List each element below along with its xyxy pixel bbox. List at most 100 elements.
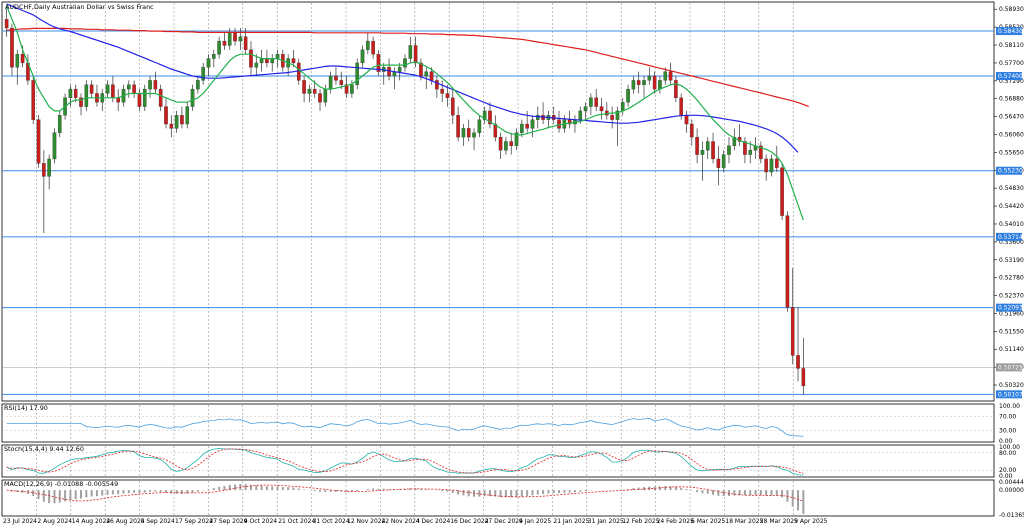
candle-body xyxy=(679,97,683,116)
candle-body xyxy=(466,128,471,138)
candle-body xyxy=(52,132,57,160)
candle-body xyxy=(20,54,25,64)
candle-body xyxy=(743,141,747,155)
candle-body xyxy=(132,84,136,94)
level-tag-label: 0.58430 xyxy=(998,28,1023,35)
macd-level-label: 0.004445 xyxy=(999,479,1024,486)
price-label: 0.56470 xyxy=(999,114,1024,121)
candle-body xyxy=(217,40,221,55)
candle-body xyxy=(350,84,354,94)
candle-body xyxy=(328,75,333,90)
candle-body xyxy=(769,158,774,173)
candle-body xyxy=(302,80,306,94)
candle-body xyxy=(169,123,174,129)
candle-body xyxy=(620,102,625,112)
candle-body xyxy=(158,88,163,107)
date-label: 4 Dec 2024 xyxy=(416,518,451,525)
rsi-pane: 100.0070.0030.000.00 xyxy=(2,403,1020,445)
candle-body xyxy=(211,54,216,59)
date-label: 18 Mar 2025 xyxy=(725,518,763,525)
candle-body xyxy=(748,150,753,155)
macd-label: MACD(12,26,9) -0.01088 -0.005549 xyxy=(4,480,118,488)
candle-body xyxy=(440,88,444,94)
candle-body xyxy=(360,49,365,64)
candle-body xyxy=(142,88,147,107)
candle-body xyxy=(690,123,694,138)
candle-body xyxy=(10,27,14,68)
candle-body xyxy=(403,58,407,68)
candle-body xyxy=(796,355,800,369)
date-label: 2 Aug 2024 xyxy=(37,518,72,525)
price-label: 0.51140 xyxy=(999,346,1024,353)
candle-body xyxy=(291,58,296,64)
candle-body xyxy=(233,32,237,42)
candle-body xyxy=(658,80,662,90)
candle-body xyxy=(73,88,78,98)
candle-body xyxy=(42,163,46,177)
date-label: 9 Jan 2025 xyxy=(519,518,551,525)
price-label: 0.56880 xyxy=(999,96,1024,103)
price-label: 0.54010 xyxy=(999,221,1024,228)
candle-body xyxy=(716,158,721,168)
candle-body xyxy=(509,141,514,147)
candle-body xyxy=(695,136,699,155)
candle-body xyxy=(196,80,200,90)
candle-body xyxy=(323,88,328,103)
level-tag-label: 0.52093 xyxy=(998,305,1023,312)
date-label: 28 Mar 2025 xyxy=(760,518,798,525)
candle-body xyxy=(790,307,795,356)
candle-body xyxy=(647,75,652,81)
date-label: 16 Dec 2024 xyxy=(450,518,489,525)
candle-body xyxy=(307,88,312,94)
price-label: 0.57700 xyxy=(999,60,1024,67)
candle-body xyxy=(312,88,317,94)
candle-body xyxy=(589,97,593,107)
candle-body xyxy=(631,80,636,90)
date-label: 21 Jan 2025 xyxy=(553,518,589,525)
candle-body xyxy=(408,45,413,59)
date-label: 26 Aug 2024 xyxy=(106,518,145,525)
candle-body xyxy=(137,93,142,107)
candle-body xyxy=(4,19,9,29)
candle-body xyxy=(456,115,460,138)
macd-pane: 0.0044450.000000 -0.013659 xyxy=(6,479,1024,519)
candle-body xyxy=(477,119,482,133)
chart-window: 0.589300.585200.581100.577000.572900.568… xyxy=(0,0,1024,526)
candle-body xyxy=(525,123,529,129)
chart-canvas[interactable]: 0.589300.585200.581100.577000.572900.568… xyxy=(0,0,1024,526)
price-label: 0.50320 xyxy=(999,382,1024,389)
macd-pane-frame xyxy=(1,479,995,517)
level-tag-label: 0.50107 xyxy=(998,391,1023,398)
candle-body xyxy=(270,58,275,64)
date-axis: 23 Jul 2024 2 Aug 2024 14 Aug 202426 Aug 2… xyxy=(3,518,828,525)
candle-body xyxy=(243,36,248,50)
moving-averages xyxy=(6,3,809,221)
candle-body xyxy=(259,58,264,64)
candle-body xyxy=(222,40,227,46)
candle-body xyxy=(429,71,434,81)
date-label: 23 Jul 2024 xyxy=(3,518,37,525)
main-pane-frame xyxy=(1,1,995,402)
candle-body xyxy=(254,62,259,68)
date-label: 24 Feb 2025 xyxy=(657,518,695,525)
candle-body xyxy=(84,84,89,107)
price-label: 0.55650 xyxy=(999,149,1024,156)
date-label: 22 Nov 2024 xyxy=(381,518,420,525)
candle-body xyxy=(626,88,630,103)
price-axis: 0.589300.585200.581100.577000.572900.568… xyxy=(994,6,1024,389)
macd-signal-line xyxy=(6,484,804,502)
candle-body xyxy=(700,150,705,155)
candle-body xyxy=(371,40,375,55)
price-label: 0.51550 xyxy=(999,328,1024,335)
candle-body xyxy=(435,80,439,90)
candle-body xyxy=(36,119,41,164)
date-label: 21 Oct 2024 xyxy=(278,518,315,525)
candle-body xyxy=(785,215,790,308)
price-label: 0.52780 xyxy=(999,275,1024,282)
level-tag-label: 0.50725 xyxy=(998,364,1023,371)
stoch-label: Stoch(15,4,4) 9.44 12.60 xyxy=(4,445,84,453)
level-tag-label: 0.55230 xyxy=(998,168,1023,175)
candle-body xyxy=(530,119,535,129)
date-label: 31 Jan 2025 xyxy=(588,518,624,525)
candle-body xyxy=(185,106,190,125)
